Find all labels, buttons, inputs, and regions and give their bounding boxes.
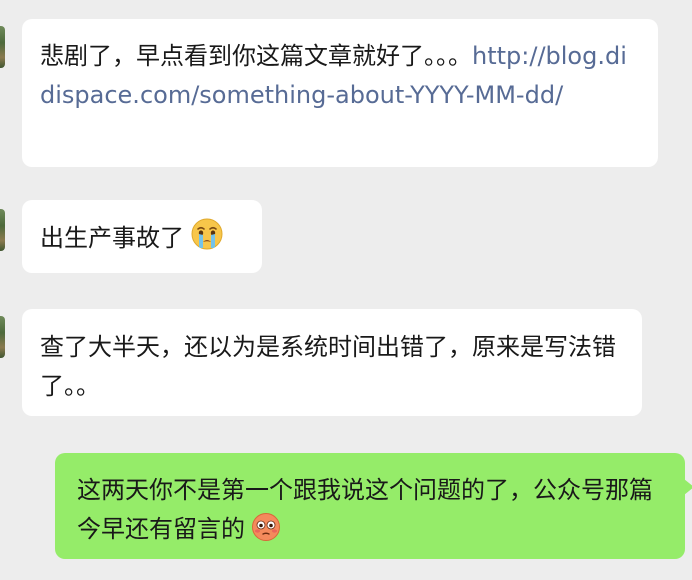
avatar[interactable] xyxy=(0,316,5,358)
message-bubble-incoming[interactable]: 查了大半天，还以为是系统时间出错了，原来是写法错了。。 xyxy=(22,309,642,416)
message-bubble-incoming[interactable]: 出生产事故了 xyxy=(22,200,262,273)
flushed-face-emoji-icon xyxy=(251,512,281,554)
chat-message-list: 悲剧了，早点看到你这篇文章就好了。。。http://blog.didispace… xyxy=(0,0,692,580)
message-text: 查了大半天，还以为是系统时间出错了，原来是写法错了。。 xyxy=(40,333,616,400)
avatar[interactable] xyxy=(0,209,5,251)
message-text: 出生产事故了 xyxy=(40,224,184,252)
crying-face-emoji-icon xyxy=(190,217,224,263)
avatar[interactable] xyxy=(0,26,5,68)
message-bubble-incoming[interactable]: 悲剧了，早点看到你这篇文章就好了。。。http://blog.didispace… xyxy=(22,19,658,167)
message-text: 悲剧了，早点看到你这篇文章就好了。。。 xyxy=(40,42,472,70)
message-text: 这两天你不是第一个跟我说这个问题的了，公众号那篇今早还有留言的 xyxy=(77,476,653,543)
message-bubble-outgoing[interactable]: 这两天你不是第一个跟我说这个问题的了，公众号那篇今早还有留言的 xyxy=(55,453,692,559)
